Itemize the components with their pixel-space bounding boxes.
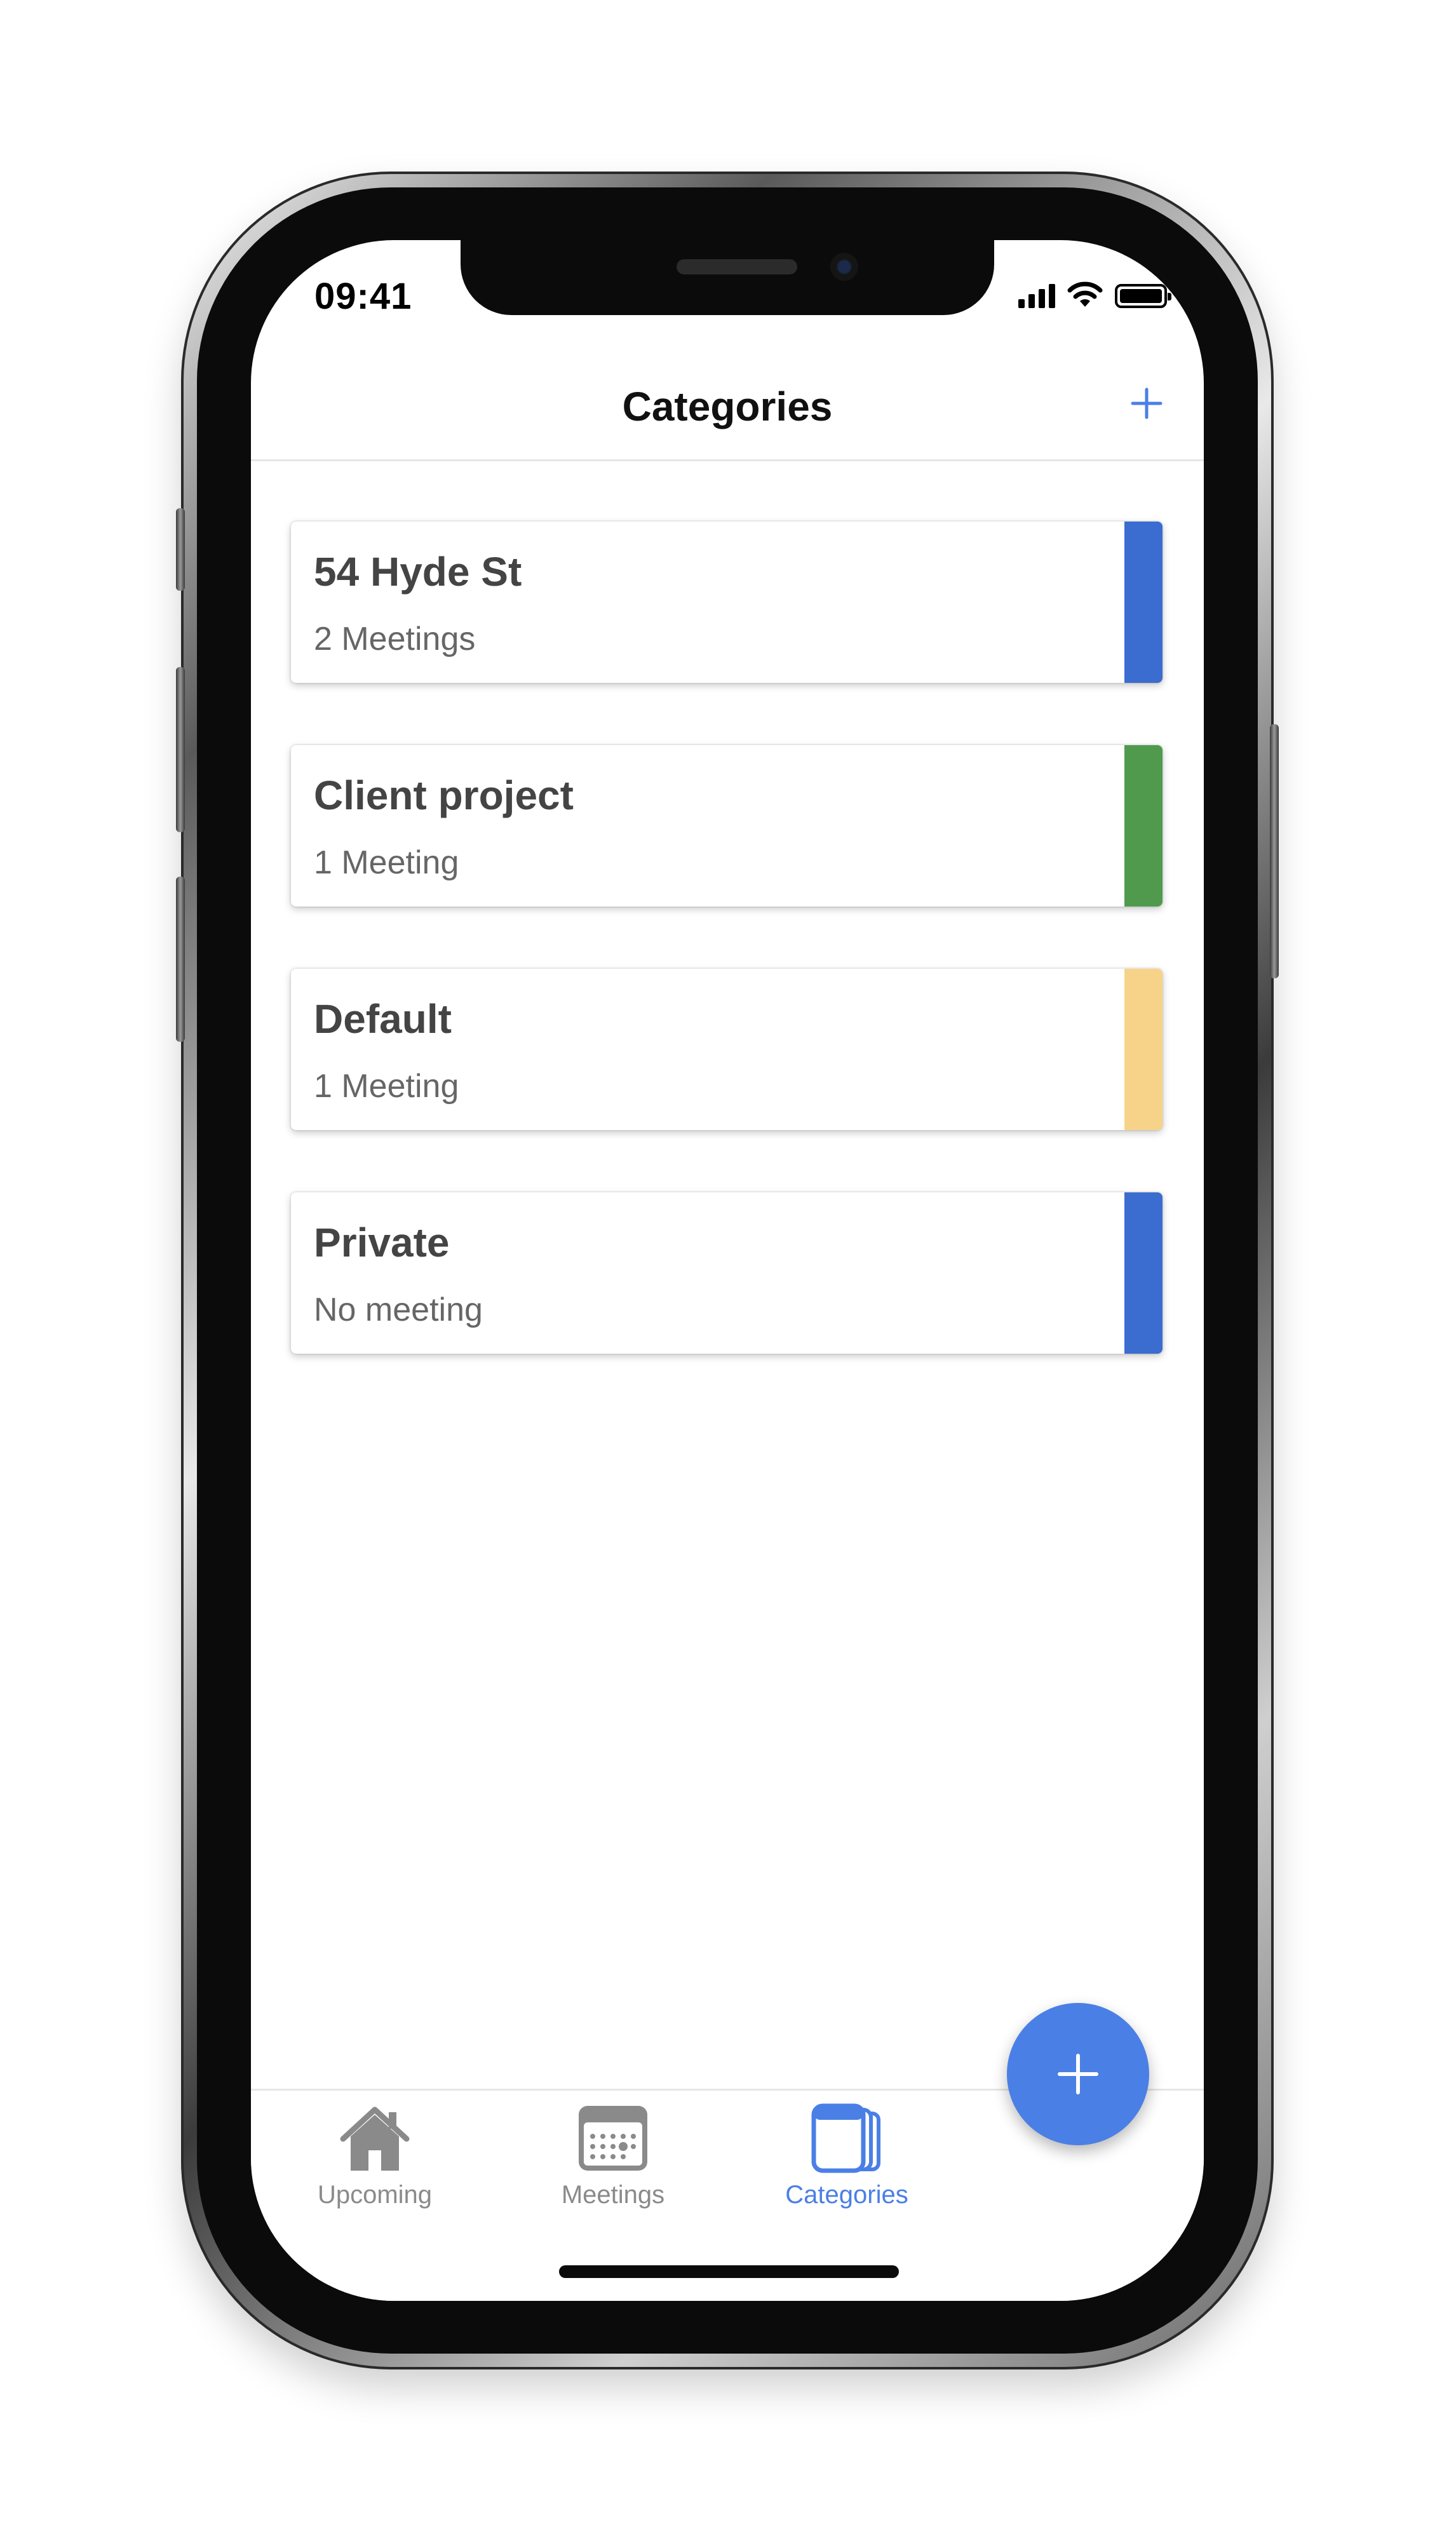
status-time: 09:41 bbox=[314, 276, 412, 317]
power-button bbox=[1270, 724, 1279, 978]
tab-label: Meetings bbox=[561, 2181, 665, 2209]
cellular-signal-icon bbox=[1018, 283, 1055, 308]
category-card-client-project[interactable]: Client project 1 Meeting bbox=[291, 745, 1163, 907]
category-color-stripe bbox=[1124, 745, 1163, 907]
category-color-stripe bbox=[1124, 522, 1163, 683]
screen: 09:41 Categories 54 Hyde St 2 Meetings C… bbox=[251, 240, 1204, 2301]
volume-down-button bbox=[176, 877, 185, 1042]
tab-categories[interactable]: Categories bbox=[758, 2103, 936, 2230]
category-meeting-count: 1 Meeting bbox=[314, 844, 459, 881]
notch bbox=[461, 240, 994, 315]
stage: 09:41 Categories 54 Hyde St 2 Meetings C… bbox=[0, 0, 1456, 2541]
status-icons bbox=[1018, 281, 1171, 308]
calendar-icon bbox=[579, 2106, 647, 2171]
tab-meetings[interactable]: Meetings bbox=[524, 2103, 702, 2230]
mute-switch bbox=[176, 508, 185, 591]
category-card-default[interactable]: Default 1 Meeting bbox=[291, 969, 1163, 1130]
speaker-grille bbox=[677, 259, 797, 274]
house-icon bbox=[340, 2106, 410, 2171]
category-title: Default bbox=[314, 996, 452, 1042]
category-meeting-count: 2 Meetings bbox=[314, 621, 476, 657]
tab-upcoming[interactable]: Upcoming bbox=[286, 2103, 464, 2230]
plus-icon bbox=[1058, 2054, 1098, 2094]
battery-icon bbox=[1115, 284, 1171, 308]
category-meeting-count: 1 Meeting bbox=[314, 1068, 459, 1105]
category-card-54-hyde-st[interactable]: 54 Hyde St 2 Meetings bbox=[291, 522, 1163, 683]
page-title: Categories bbox=[622, 384, 833, 429]
tab-label: Upcoming bbox=[317, 2181, 433, 2209]
category-list: 54 Hyde St 2 Meetings Client project 1 M… bbox=[291, 522, 1163, 1416]
category-title: Client project bbox=[314, 772, 574, 818]
navigation-header: Categories bbox=[251, 351, 1204, 461]
tab-label: Categories bbox=[785, 2181, 908, 2209]
home-indicator bbox=[559, 2265, 899, 2278]
wifi-icon bbox=[1067, 281, 1103, 307]
category-meeting-count: No meeting bbox=[314, 1291, 483, 1328]
category-color-stripe bbox=[1124, 1192, 1163, 1354]
category-title: 54 Hyde St bbox=[314, 549, 522, 595]
category-title: Private bbox=[314, 1220, 450, 1265]
add-category-button[interactable] bbox=[1121, 378, 1172, 429]
front-camera bbox=[830, 253, 858, 281]
plus-icon bbox=[1131, 388, 1163, 419]
stacked-cards-icon bbox=[811, 2103, 880, 2173]
category-color-stripe bbox=[1124, 969, 1163, 1130]
volume-up-button bbox=[176, 667, 185, 832]
category-card-private[interactable]: Private No meeting bbox=[291, 1192, 1163, 1354]
add-fab-button[interactable] bbox=[1007, 2003, 1149, 2145]
